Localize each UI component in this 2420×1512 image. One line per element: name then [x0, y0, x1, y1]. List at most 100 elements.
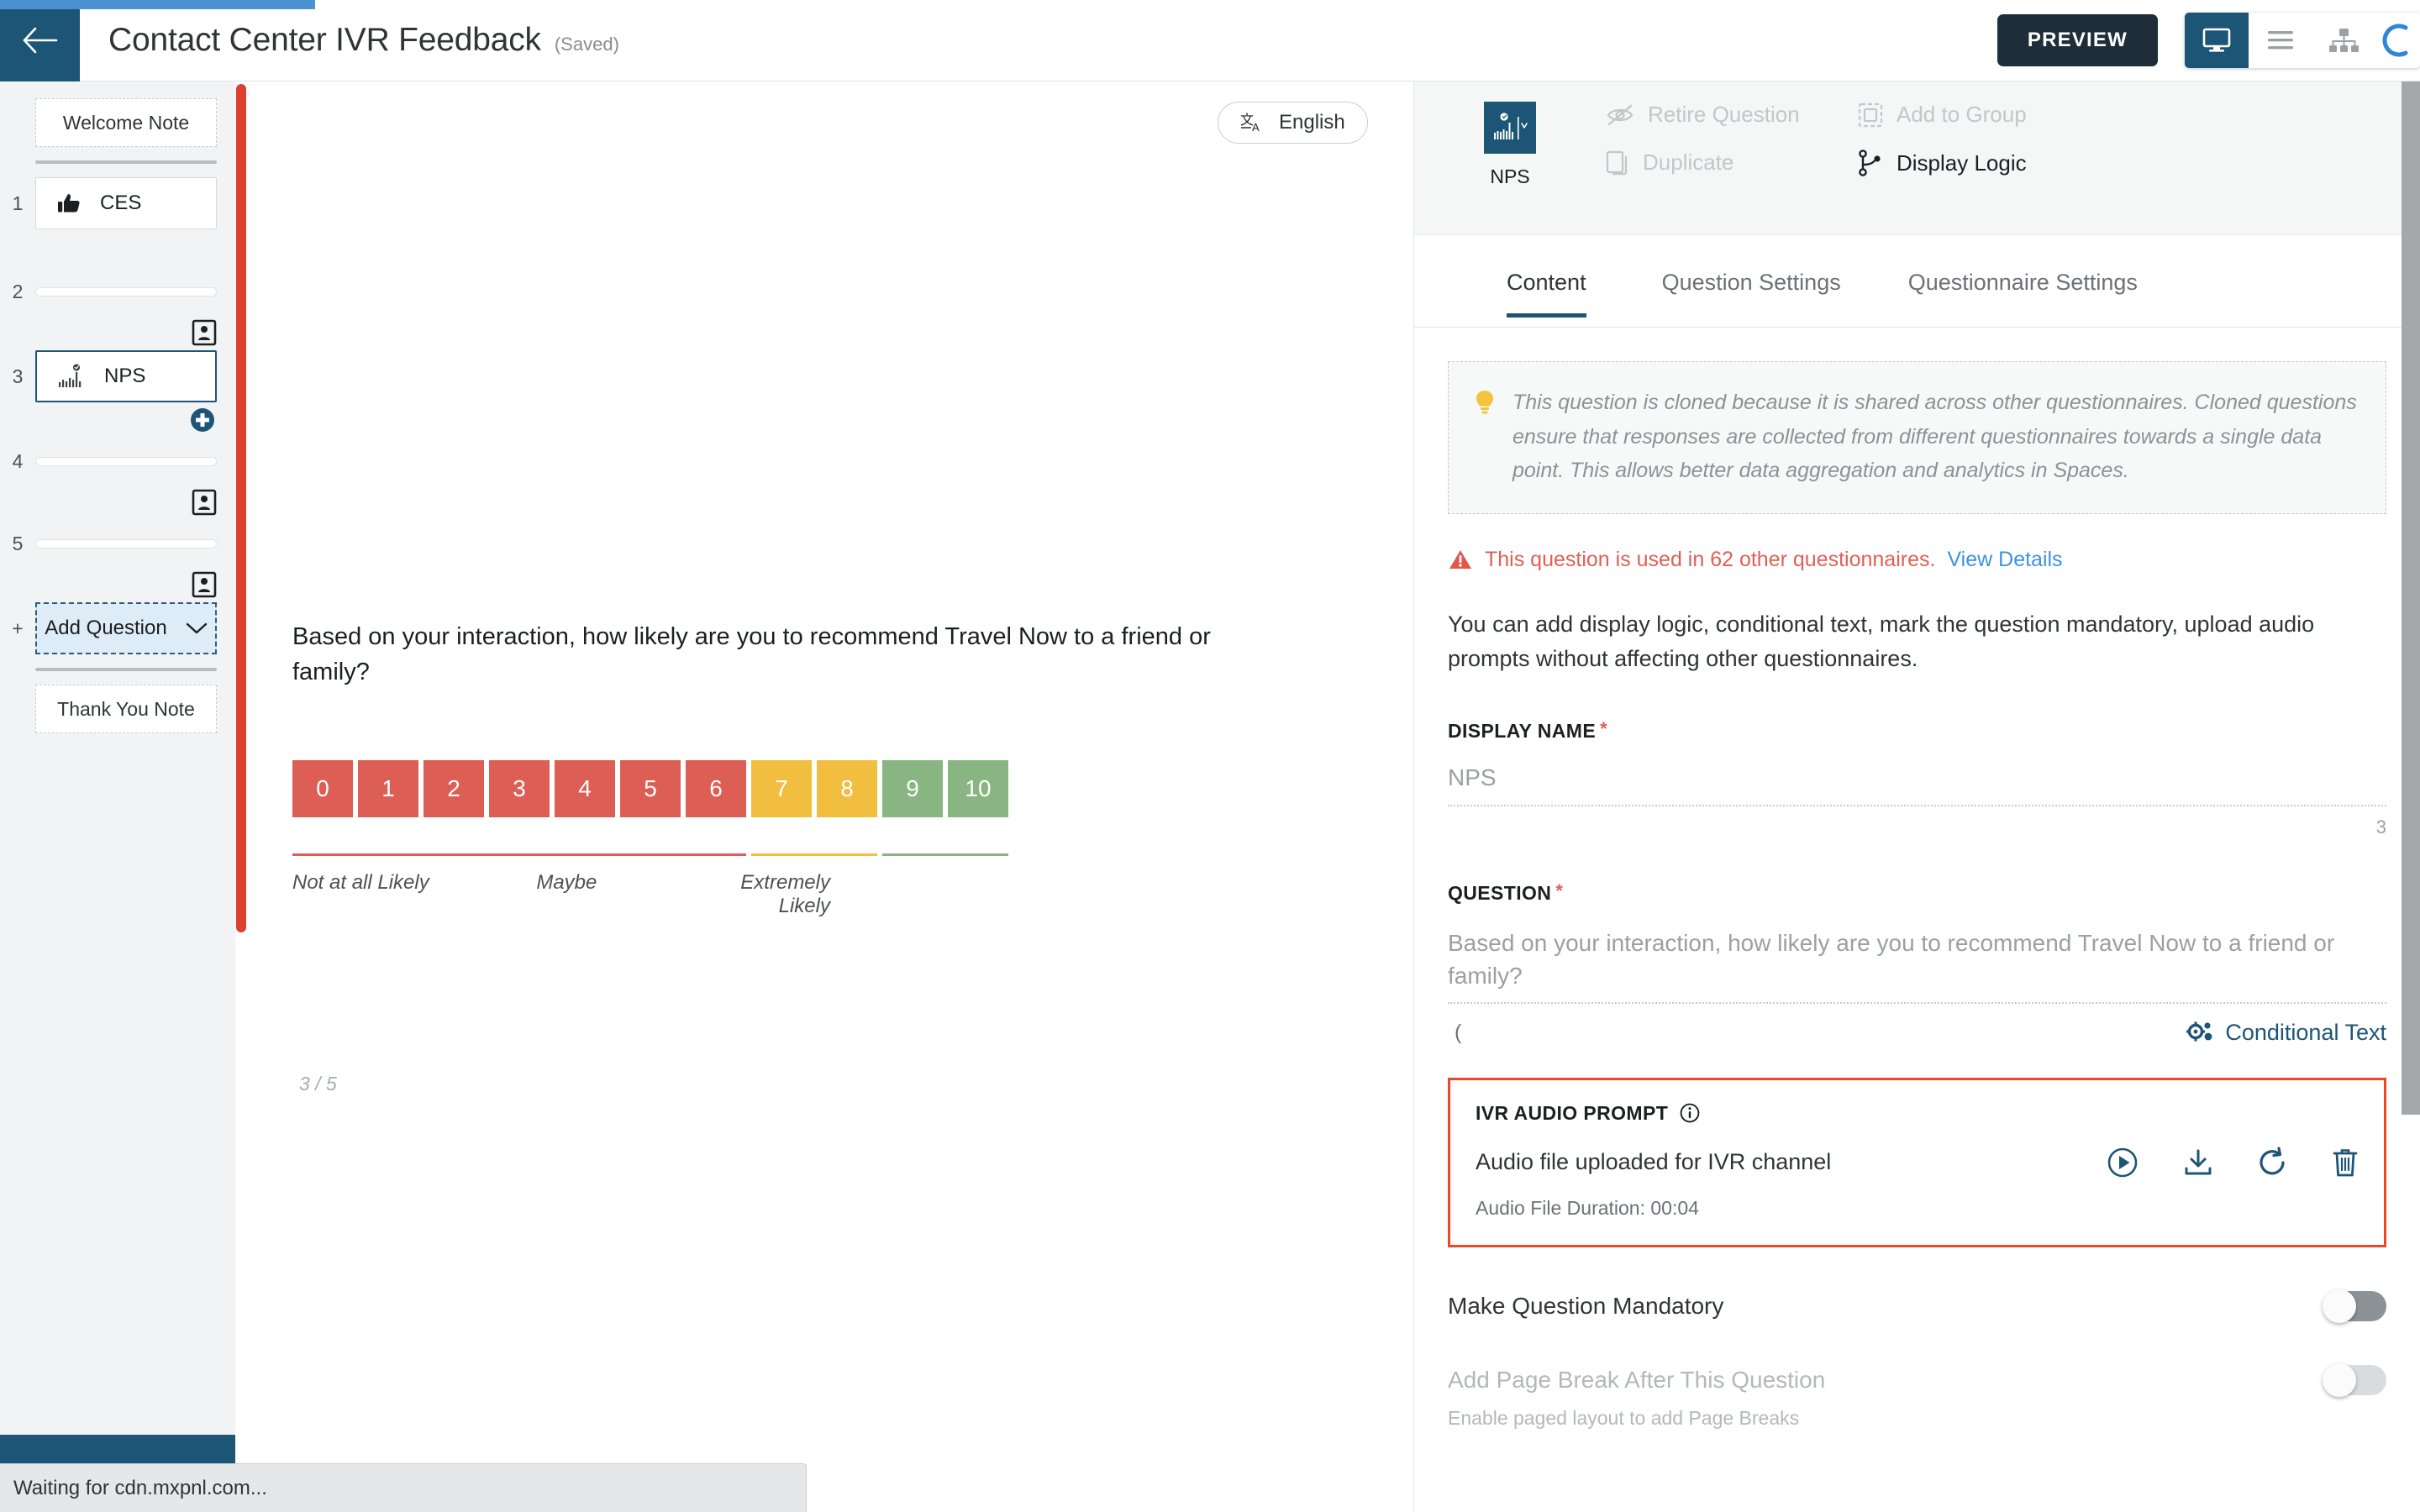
view-mode-desktop-button[interactable]	[2185, 13, 2249, 68]
nps-option-8[interactable]: 8	[817, 760, 877, 817]
usage-warning: This question is used in 62 other questi…	[1448, 548, 2386, 572]
cloned-question-tip-text: This question is cloned because it is sh…	[1512, 391, 2357, 482]
sidebar-question-row-2: 2	[0, 268, 217, 315]
sidebar-row-action-4	[35, 485, 217, 520]
view-mode-list-button[interactable]	[2249, 13, 2312, 68]
sidebar-item-ces[interactable]: CES	[35, 177, 217, 229]
tab-questionnaire-settings[interactable]: Questionnaire Settings	[1908, 270, 2138, 318]
display-name-char-count: 3	[2375, 816, 2386, 837]
page-load-progress-bar	[0, 0, 315, 9]
mandatory-toggle-switch[interactable]	[2323, 1289, 2386, 1323]
play-circle-icon[interactable]	[2107, 1147, 2139, 1179]
nps-option-5[interactable]: 5	[620, 760, 681, 817]
thumbs-up-icon	[58, 194, 80, 213]
required-asterisk: *	[1600, 717, 1608, 739]
sidebar-thank-you-note[interactable]: Thank You Note	[35, 685, 217, 733]
download-icon[interactable]	[2182, 1147, 2214, 1179]
sidebar-question-row-1: 1 CES	[0, 177, 217, 229]
group-icon	[1858, 102, 1883, 127]
preview-button[interactable]: PREVIEW	[1996, 14, 2158, 66]
nps-option-10[interactable]: 10	[948, 760, 1008, 817]
sidebar-welcome-note[interactable]: Welcome Note	[35, 98, 217, 147]
underline-promoters	[882, 853, 1008, 856]
add-to-group-button[interactable]: Add to Group	[1858, 102, 2027, 128]
trash-icon[interactable]	[2332, 1147, 2359, 1179]
saved-status: (Saved)	[554, 34, 619, 55]
contact-card-icon[interactable]	[192, 489, 217, 516]
sidebar-divider-bottom	[35, 668, 217, 671]
language-selector[interactable]: 文 A English	[1218, 102, 1368, 144]
add-circle-icon[interactable]	[188, 406, 217, 434]
translate-icon: 文 A	[1240, 113, 1260, 134]
page-title: Contact Center IVR Feedback	[108, 22, 541, 58]
browser-status-bar: Waiting for cdn.mxpnl.com...	[0, 1463, 807, 1512]
nps-option-7[interactable]: 7	[751, 760, 812, 817]
sidebar-question-row-5: 5	[0, 520, 217, 567]
title-group: Contact Center IVR Feedback (Saved)	[108, 22, 619, 59]
nps-option-2[interactable]: 2	[424, 760, 484, 817]
tab-content[interactable]: Content	[1507, 270, 1586, 318]
gears-icon	[2186, 1021, 2212, 1042]
add-to-group-label: Add to Group	[1897, 102, 2027, 127]
sidebar-item-placeholder[interactable]	[35, 286, 217, 297]
question-sidebar: Welcome Note 1 CES 2 3 NPS 4 5 + Add Que…	[0, 81, 235, 1512]
sidebar-scrollbar-thumb[interactable]	[236, 84, 246, 932]
chevron-down-icon	[186, 622, 207, 634]
toggle-knob	[2323, 1362, 2356, 1397]
contact-card-icon[interactable]	[192, 571, 217, 598]
nps-option-6[interactable]: 6	[686, 760, 746, 817]
page-break-toggle-label: Add Page Break After This Question	[1448, 1366, 1826, 1393]
panel-scrollbar-thumb[interactable]	[2402, 81, 2420, 1115]
nps-option-3[interactable]: 3	[489, 760, 550, 817]
view-details-link[interactable]: View Details	[1947, 548, 2062, 572]
refresh-icon[interactable]	[2258, 1146, 2288, 1179]
usage-warning-text: This question is used in 62 other questi…	[1485, 547, 1936, 571]
info-circle-icon[interactable]	[1680, 1103, 1700, 1123]
question-label: QUESTION *	[1448, 879, 2386, 905]
nps-option-1[interactable]: 1	[358, 760, 418, 817]
add-question-button[interactable]: Add Question	[35, 602, 217, 654]
page-break-toggle-switch[interactable]	[2323, 1362, 2386, 1397]
question-properties-panel: NPS Retire Question Duplicate Add to Gro…	[1413, 81, 2420, 1512]
question-number: 3	[12, 365, 24, 387]
nps-option-9[interactable]: 9	[882, 760, 943, 817]
mandatory-toggle-row: Make Question Mandatory	[1448, 1289, 2386, 1323]
sidebar-divider-top	[35, 160, 217, 164]
sidebar-item-nps[interactable]: NPS	[35, 350, 217, 402]
svg-text:A: A	[1252, 121, 1260, 134]
loading-spinner-icon	[2382, 24, 2408, 57]
sidebar-row-action-5	[35, 567, 217, 602]
back-button[interactable]	[0, 0, 80, 81]
display-logic-button[interactable]: Display Logic	[1858, 150, 2027, 176]
contact-card-icon[interactable]	[192, 319, 217, 346]
tab-question-settings[interactable]: Question Settings	[1662, 270, 1841, 318]
display-name-label: DISPLAY NAME *	[1448, 717, 2386, 743]
question-type-selector[interactable]: NPS	[1414, 102, 1606, 188]
underline-passives	[751, 853, 877, 856]
sidebar-question-row-3: 3 NPS	[0, 350, 217, 402]
eye-slash-icon	[1607, 104, 1634, 125]
nps-option-4[interactable]: 4	[555, 760, 615, 817]
sidebar-item-placeholder[interactable]	[35, 456, 217, 466]
question-type-name: NPS	[1490, 165, 1530, 187]
question-textarea[interactable]	[1448, 926, 2386, 1004]
ivr-audio-duration: Audio File Duration: 00:04	[1476, 1196, 1699, 1219]
language-label: English	[1279, 111, 1345, 134]
duplicate-question-button[interactable]: Duplicate	[1606, 150, 1858, 176]
display-name-input[interactable]	[1448, 764, 2386, 806]
sidebar-item-label: NPS	[104, 365, 146, 387]
nps-scale: 0 1 2 3 4 5 6 7 8 9 10	[292, 760, 1008, 817]
ivr-audio-actions	[2107, 1146, 2359, 1179]
retire-question-button[interactable]: Retire Question	[1606, 102, 1858, 128]
nps-option-0[interactable]: 0	[292, 760, 353, 817]
retire-question-label: Retire Question	[1648, 102, 1800, 127]
duplicate-label: Duplicate	[1643, 150, 1734, 175]
required-asterisk: *	[1555, 879, 1564, 901]
hamburger-menu-icon	[2268, 31, 2293, 50]
nps-scale-labels: Not at all Likely Maybe Extremely Likely	[292, 871, 830, 918]
conditional-text-button[interactable]: Conditional Text	[2186, 1020, 2386, 1046]
view-mode-tree-button[interactable]	[2312, 13, 2376, 68]
sidebar-row-action-2	[35, 315, 217, 350]
sidebar-item-placeholder[interactable]	[35, 538, 217, 549]
